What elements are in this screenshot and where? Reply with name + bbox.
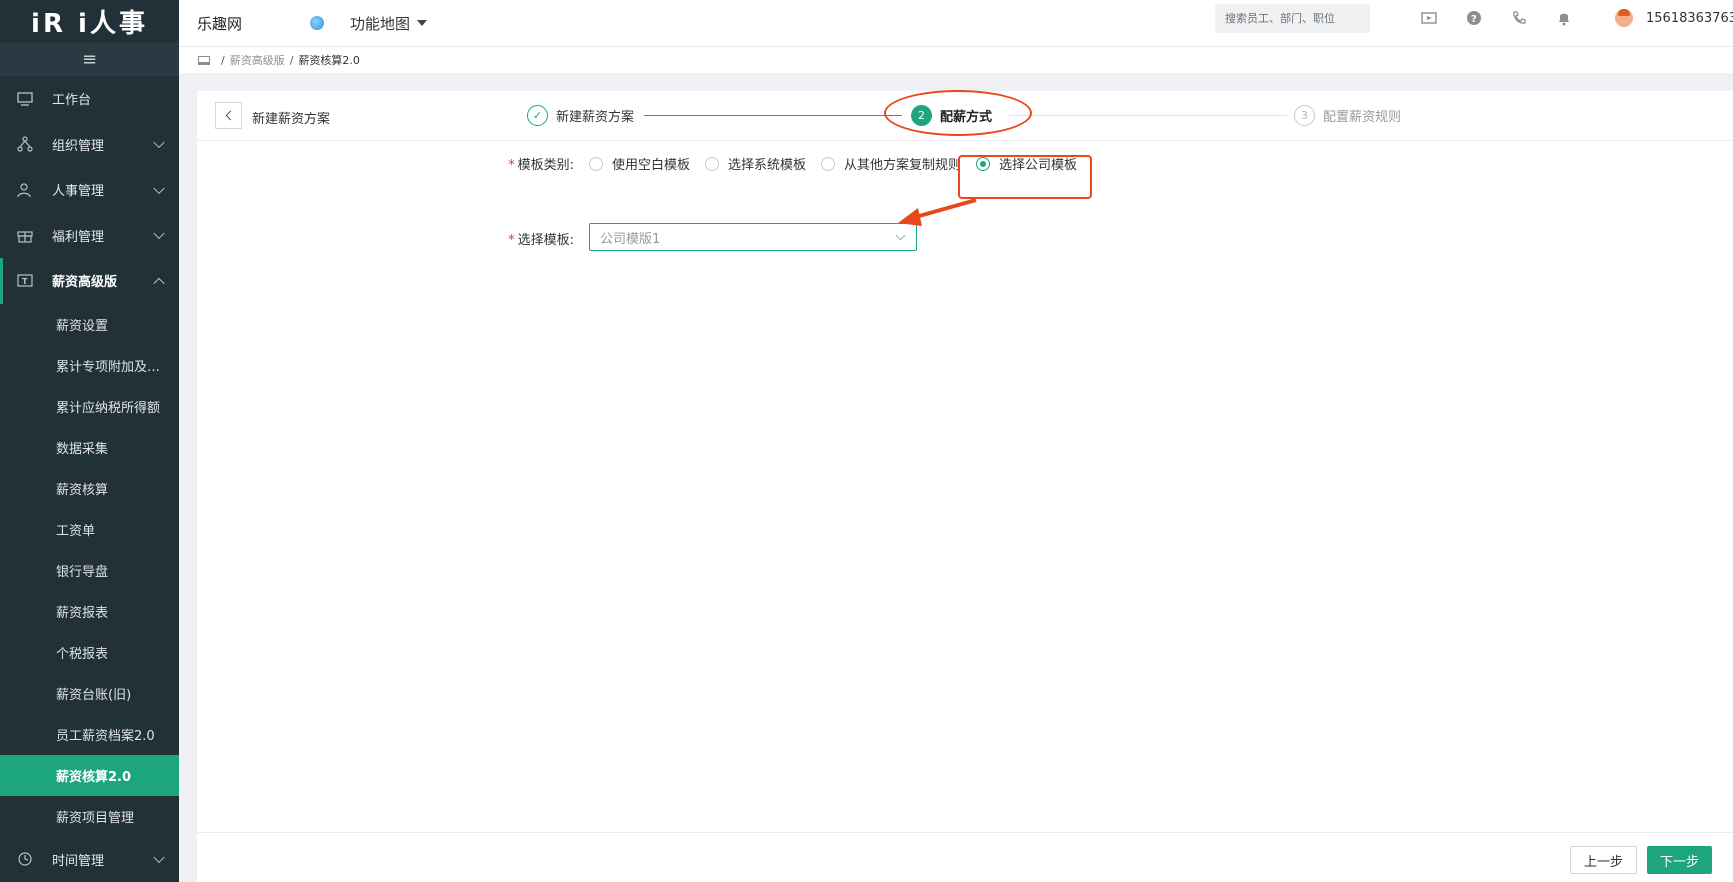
- step-connector: [1009, 115, 1287, 116]
- required-mark: *: [508, 158, 515, 173]
- radio-blank-template[interactable]: 使用空白模板: [589, 154, 690, 173]
- sidebar-subitem[interactable]: 员工薪资档案2.0: [0, 714, 179, 755]
- chevron-down-icon: [153, 136, 165, 149]
- radio-copy-rules[interactable]: 从其他方案复制规则: [821, 154, 961, 173]
- avatar[interactable]: [1615, 9, 1633, 27]
- sidebar-subitem[interactable]: 累计应纳税所得额: [0, 386, 179, 427]
- radio-dot[interactable]: [821, 156, 836, 171]
- help-icon[interactable]: ?: [1466, 10, 1482, 26]
- chevron-down-icon: [153, 182, 165, 194]
- person-icon: [16, 181, 34, 199]
- sidebar-item-salary-advanced[interactable]: T 薪资高级版: [0, 258, 179, 304]
- radio-dot[interactable]: [705, 156, 720, 171]
- sidebar-subitem[interactable]: 累计专项附加及…: [0, 345, 179, 386]
- required-mark: *: [508, 233, 515, 248]
- step-1: ✓ 新建薪资方案: [527, 105, 634, 126]
- chevron-left-icon: [225, 110, 236, 121]
- sidebar-item-label: 薪资高级版: [52, 275, 118, 291]
- select-template-text: 选择模板:: [517, 233, 574, 248]
- breadcrumb-parent[interactable]: 薪资高级版: [230, 52, 285, 68]
- sidebar-subitem[interactable]: 薪资台账(旧): [0, 673, 179, 714]
- annotation-box: [958, 155, 1092, 199]
- page-title: 新建薪资方案: [252, 112, 331, 127]
- template-select-value: 公司模版1: [600, 231, 661, 247]
- company-name[interactable]: 乐趣网: [197, 13, 242, 34]
- annotation-arrow-icon: [898, 198, 977, 226]
- sidebar: iR i人事 ≡ 工作台 组织管理 人事管理 福利管理 T 薪资高级版 薪资设置: [0, 0, 179, 882]
- monitor-icon: [16, 90, 34, 108]
- back-button[interactable]: [215, 102, 242, 129]
- bell-icon[interactable]: [1556, 10, 1572, 26]
- caret-down-icon: [417, 20, 428, 26]
- select-template-label: * 选择模板:: [479, 229, 574, 248]
- radio-label: 选择系统模板: [728, 158, 807, 173]
- breadcrumb-separator: /: [289, 53, 294, 67]
- sidebar-item-label: 福利管理: [52, 229, 105, 245]
- sidebar-subitem[interactable]: 工资单: [0, 509, 179, 550]
- globe-icon[interactable]: [310, 16, 325, 30]
- sidebar-subitem[interactable]: 数据采集: [0, 427, 179, 468]
- clock-icon: [16, 850, 34, 868]
- sidebar-item-label: 时间管理: [52, 853, 105, 869]
- footer-bar: 上一步 下一步: [197, 832, 1733, 882]
- org-icon: [16, 135, 34, 153]
- next-step-button[interactable]: 下一步: [1647, 846, 1712, 874]
- radio-system-template[interactable]: 选择系统模板: [705, 154, 806, 173]
- step-label: 配置薪资规则: [1323, 110, 1402, 125]
- function-map-dropdown[interactable]: 功能地图: [350, 13, 428, 34]
- home-icon[interactable]: [198, 55, 210, 65]
- phone-icon[interactable]: [1511, 10, 1527, 26]
- sidebar-item-label: 工作台: [52, 93, 92, 109]
- app-logo: iR i人事: [31, 8, 148, 39]
- check-icon: ✓: [527, 105, 548, 126]
- sidebar-item-label: 人事管理: [52, 184, 105, 200]
- svg-text:T: T: [22, 277, 28, 286]
- step-3: 3 配置薪资规则: [1294, 105, 1401, 126]
- sidebar-subitem[interactable]: 个税报表: [0, 632, 179, 673]
- sidebar-item-welfare[interactable]: 福利管理: [0, 213, 179, 259]
- function-map-label: 功能地图: [350, 14, 411, 33]
- svg-text:?: ?: [1471, 14, 1477, 25]
- template-type-text: 模板类别:: [517, 158, 574, 173]
- sidebar-subitem[interactable]: 银行导盘: [0, 550, 179, 591]
- step-connector: [644, 115, 902, 116]
- sidebar-item-org[interactable]: 组织管理: [0, 122, 179, 168]
- video-icon[interactable]: [1421, 10, 1437, 26]
- annotation-ellipse: [884, 90, 1032, 136]
- salary-icon: T: [16, 272, 34, 290]
- breadcrumb-separator: /: [221, 53, 225, 67]
- user-phone[interactable]: 15618363763: [1646, 11, 1733, 26]
- radio-dot[interactable]: [589, 156, 603, 171]
- sidebar-item-workbench[interactable]: 工作台: [0, 76, 179, 122]
- chevron-up-icon: [153, 277, 165, 289]
- top-bar: 乐趣网 功能地图 ? 15618363763: [179, 0, 1733, 47]
- sidebar-subitem[interactable]: 薪资报表: [0, 591, 179, 632]
- gift-icon: [16, 226, 34, 244]
- step-label: 新建薪资方案: [556, 110, 635, 125]
- sidebar-item-time[interactable]: 时间管理: [0, 837, 179, 882]
- breadcrumb-current: 薪资核算2.0: [298, 54, 360, 67]
- chevron-down-icon: [153, 227, 165, 240]
- template-select[interactable]: 公司模版1: [589, 223, 917, 251]
- sidebar-subitem[interactable]: 薪资项目管理: [0, 796, 179, 837]
- radio-label: 从其他方案复制规则: [844, 158, 962, 173]
- step-number: 3: [1294, 105, 1315, 126]
- sidebar-item-hr[interactable]: 人事管理: [0, 167, 179, 213]
- sidebar-subitem[interactable]: 薪资核算: [0, 468, 179, 509]
- sidebar-subitem[interactable]: 薪资设置: [0, 304, 179, 345]
- breadcrumb: / 薪资高级版 / 薪资核算2.0: [179, 47, 1733, 73]
- search-input[interactable]: [1215, 4, 1370, 33]
- prev-step-button[interactable]: 上一步: [1570, 846, 1637, 874]
- menu-toggle-icon[interactable]: ≡: [0, 42, 179, 76]
- sidebar-subitem-active[interactable]: 薪资核算2.0: [0, 754, 179, 796]
- chevron-down-icon: [153, 851, 165, 864]
- sidebar-item-label: 组织管理: [52, 138, 105, 154]
- template-type-label: * 模板类别:: [479, 154, 574, 173]
- radio-label: 使用空白模板: [612, 158, 691, 173]
